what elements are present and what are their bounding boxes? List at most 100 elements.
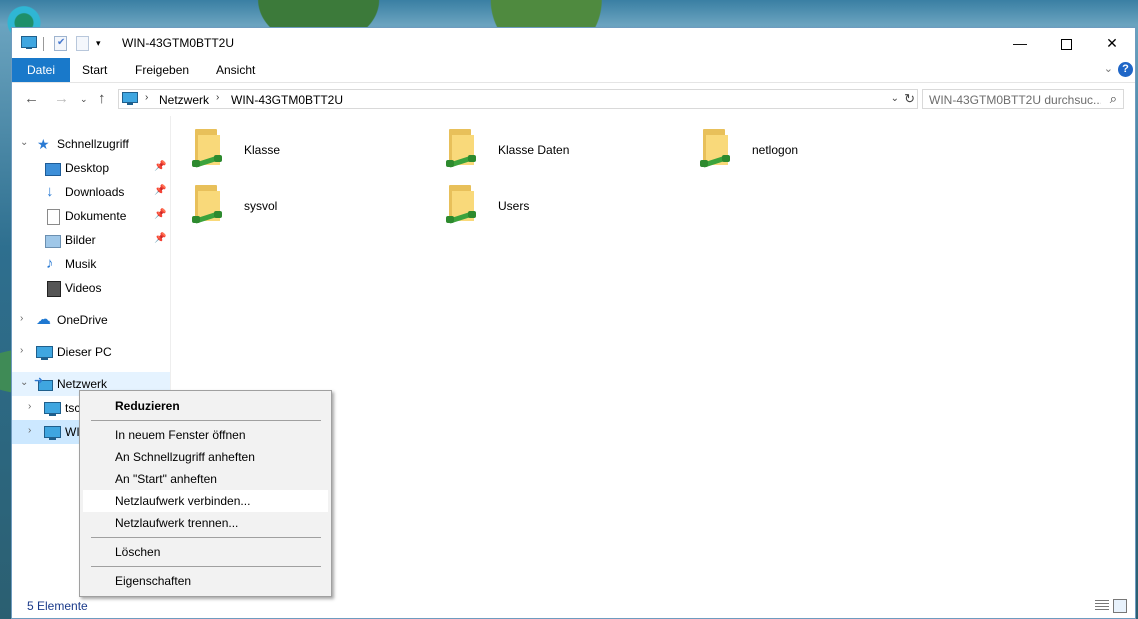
navigation-row: ← → ⌄ ↑ › Netzwerk › WIN-43GTM0BTT2U ⌄ ↻… [12,83,1135,115]
help-icon[interactable]: ? [1118,62,1133,77]
sidebar-item-downloads[interactable]: ↓ Downloads 📌 [12,180,170,204]
window-title: WIN-43GTM0BTT2U [122,36,235,50]
expand-chevron-icon[interactable]: › [28,425,31,436]
refresh-icon[interactable]: ↻ [904,91,915,107]
star-icon: ★ [37,136,50,152]
videos-icon [47,281,61,297]
back-button[interactable]: ← [24,90,39,107]
sidebar-item-desktop[interactable]: Desktop 📌 [12,156,170,180]
folder-name: Klasse Daten [498,143,570,157]
expand-chevron-icon[interactable]: ⌄ [20,137,28,148]
sidebar-item-onedrive[interactable]: › ☁ OneDrive [12,308,170,332]
expand-chevron-icon[interactable]: › [20,345,23,356]
menu-item-open-new-window[interactable]: In neuem Fenster öffnen [83,424,328,446]
tab-freigeben[interactable]: Freigeben [122,58,202,82]
maximize-button[interactable] [1043,28,1089,58]
folder-item[interactable]: sysvol [172,182,422,234]
search-placeholder[interactable]: WIN-43GTM0BTT2U durchsuc... [929,93,1101,107]
menu-item-properties[interactable]: Eigenschaften [83,570,328,592]
folder-name: sysvol [244,199,278,213]
new-folder-icon[interactable] [76,35,90,51]
search-icon[interactable]: ⌕ [1110,91,1117,107]
menu-item-reduzieren[interactable]: Reduzieren [83,395,328,417]
breadcrumb-netzwerk[interactable]: Netzwerk [159,93,209,107]
pc-icon [44,425,61,440]
menu-item-disconnect-network-drive[interactable]: Netzlaufwerk trennen... [83,512,328,534]
large-icons-view-icon[interactable] [1113,599,1127,613]
folder-item[interactable]: Klasse Daten [426,126,676,178]
sidebar-item-label: WI [65,425,80,439]
recent-locations-chevron-icon[interactable]: ⌄ [80,94,88,105]
folder-item[interactable]: Klasse [172,126,422,178]
sidebar-item-label: Dokumente [65,209,127,223]
status-bar: 5 Elemente [12,594,1135,618]
search-box[interactable]: WIN-43GTM0BTT2U durchsuc... ⌕ [922,89,1124,109]
sidebar-item-label: Bilder [65,233,96,247]
sidebar-item-label: Desktop [65,161,110,175]
pin-icon: 📌 [154,233,167,244]
shared-folder-icon [700,129,730,168]
menu-item-map-network-drive[interactable]: Netzlaufwerk verbinden... [83,490,328,512]
pin-icon: 📌 [154,161,167,172]
tab-datei[interactable]: Datei [12,58,71,82]
properties-icon[interactable]: ✔ [54,35,68,51]
item-count: 5 Elemente [27,599,88,613]
quick-access-divider [43,37,44,51]
expand-chevron-icon[interactable]: ⌄ [20,377,28,388]
folder-item[interactable]: Users [426,182,676,234]
pin-icon: 📌 [154,209,167,220]
menu-item-delete[interactable]: Löschen [83,541,328,563]
breadcrumb-computer[interactable]: WIN-43GTM0BTT2U [231,93,343,107]
expand-chevron-icon[interactable]: › [20,313,23,324]
ribbon-tabs: Datei Start Freigeben Ansicht ⌄ ? [12,58,1135,83]
sidebar-item-label: Dieser PC [57,345,112,359]
breadcrumb-separator: › [145,92,149,103]
minimize-button[interactable]: — [997,28,1043,58]
shared-folder-icon [192,185,222,224]
pin-icon: 📌 [154,185,167,196]
context-menu: Reduzieren In neuem Fenster öffnen An Sc… [79,390,332,597]
shared-folder-icon [446,129,476,168]
tab-ansicht[interactable]: Ansicht [203,58,268,82]
sidebar-item-bilder[interactable]: Bilder 📌 [12,228,170,252]
sidebar-item-label: Videos [65,281,102,295]
sidebar-item-label: Musik [65,257,97,271]
sidebar-item-dieser-pc[interactable]: › Dieser PC [12,340,170,364]
up-button[interactable]: ↑ [98,90,106,107]
network-computer-icon [122,92,138,105]
pc-icon [44,401,61,416]
folder-name: Users [498,199,530,213]
sidebar-item-musik[interactable]: ♪ Musik [12,252,170,276]
expand-chevron-icon[interactable]: › [28,401,31,412]
title-bar: ✔ ▾ WIN-43GTM0BTT2U — ✕ [12,28,1135,58]
sidebar-item-videos[interactable]: Videos [12,276,170,300]
cloud-icon: ☁ [36,311,51,328]
sidebar-item-label: OneDrive [57,313,108,327]
address-bar[interactable]: › Netzwerk › WIN-43GTM0BTT2U ⌄ ↻ [118,89,918,109]
sidebar-item-label: Netzwerk [57,377,108,391]
forward-button[interactable]: → [54,90,69,107]
computer-icon [20,35,38,51]
close-button[interactable]: ✕ [1089,28,1135,58]
sidebar-item-label: Schnellzugriff [57,137,129,151]
sidebar-item-schnellzugriff[interactable]: ⌄ ★ Schnellzugriff [12,132,170,156]
sidebar-item-dokumente[interactable]: Dokumente 📌 [12,204,170,228]
folder-item[interactable]: netlogon [680,126,930,178]
sidebar-item-label: Downloads [65,185,125,199]
menu-separator [91,566,321,567]
address-dropdown-chevron-icon[interactable]: ⌄ [891,93,899,104]
pictures-icon [45,235,61,248]
desktop-icon [45,163,61,176]
document-icon [47,209,60,225]
tab-start[interactable]: Start [69,58,120,82]
maximize-icon [1060,38,1072,50]
breadcrumb-separator: › [216,92,220,103]
customize-toolbar-chevron-icon[interactable]: ▾ [96,38,106,54]
menu-item-pin-quick-access[interactable]: An Schnellzugriff anheften [83,446,328,468]
expand-ribbon-chevron-icon[interactable]: ⌄ [1104,62,1113,75]
folder-name: netlogon [752,143,799,157]
menu-separator [91,420,321,421]
menu-item-pin-start[interactable]: An "Start" anheften [83,468,328,490]
details-view-icon[interactable] [1095,600,1109,611]
folder-name: Klasse [244,143,281,157]
